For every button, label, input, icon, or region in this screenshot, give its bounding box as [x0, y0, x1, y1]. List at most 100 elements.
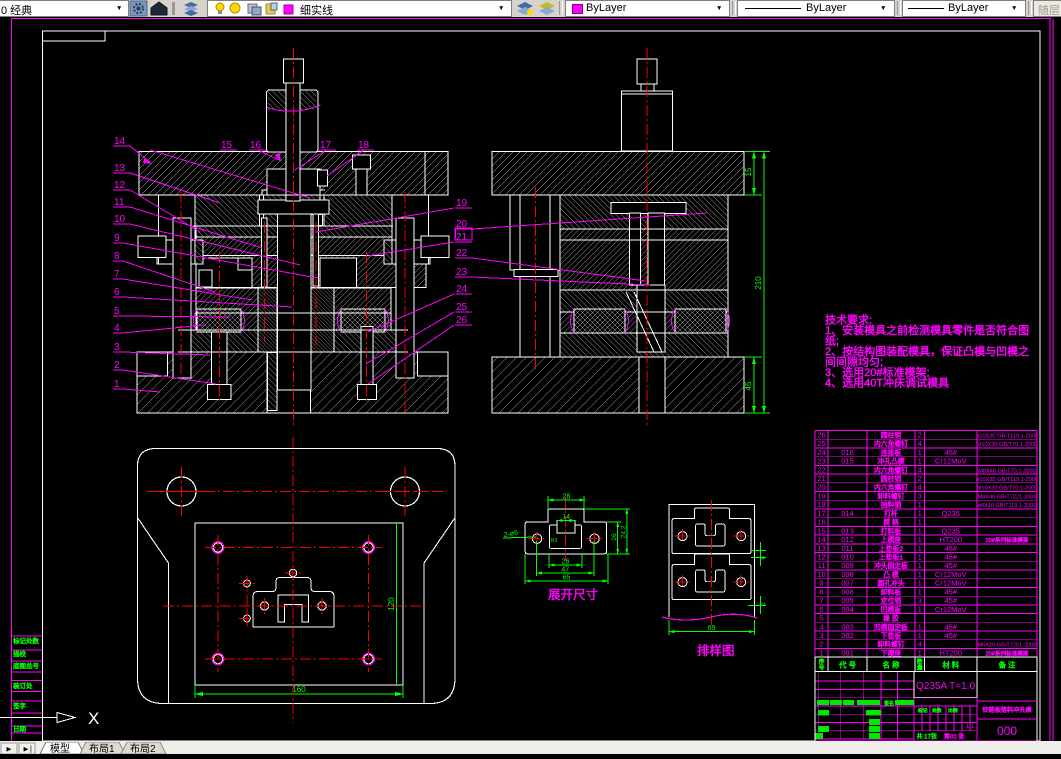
- svg-text:25: 25: [456, 302, 468, 313]
- svg-text:69: 69: [708, 625, 716, 632]
- svg-text:1: 1: [918, 457, 922, 466]
- svg-text:备 注: 备 注: [998, 660, 1016, 670]
- svg-text:19: 19: [456, 198, 468, 209]
- svg-text:代 号: 代 号: [839, 660, 856, 670]
- svg-text:连接板: 连接板: [881, 448, 902, 457]
- svg-text:1:1: 1:1: [966, 724, 975, 730]
- svg-text:23: 23: [456, 267, 468, 278]
- svg-text:19: 19: [817, 491, 825, 500]
- svg-text:序: 序: [819, 658, 825, 666]
- svg-text:1: 1: [918, 561, 922, 570]
- svg-text:13: 13: [817, 544, 825, 553]
- svg-text:打杆: 打杆: [884, 509, 898, 518]
- svg-text:冲头固定板: 冲头固定板: [874, 561, 908, 570]
- svg-text:17: 17: [320, 140, 332, 151]
- svg-text:名 称: 名 称: [882, 660, 900, 670]
- svg-text:上垫板1: 上垫板1: [879, 553, 903, 562]
- svg-text:010: 010: [841, 553, 854, 562]
- svg-text:45#: 45#: [944, 622, 957, 631]
- svg-text:1: 1: [918, 544, 922, 553]
- svg-text:11: 11: [114, 197, 125, 208]
- svg-text:ø10X35 GB/T119.1-2000: ø10X35 GB/T119.1-2000: [976, 477, 1038, 483]
- svg-text:18: 18: [358, 140, 370, 151]
- svg-text:M10X30 GB/T70.1-2000: M10X30 GB/T70.1-2000: [977, 442, 1038, 448]
- svg-text:013: 013: [841, 526, 854, 535]
- svg-text:9: 9: [114, 233, 120, 244]
- svg-text:012: 012: [841, 535, 854, 544]
- svg-text:Cr12MoV: Cr12MoV: [935, 605, 967, 614]
- svg-text:8: 8: [819, 587, 823, 596]
- svg-text:65: 65: [563, 575, 571, 582]
- svg-text:4: 4: [918, 640, 922, 649]
- svg-text:定位销: 定位销: [881, 596, 902, 605]
- svg-text:45#: 45#: [944, 561, 957, 570]
- svg-text:1: 1: [918, 631, 922, 640]
- svg-text:1: 1: [918, 553, 922, 562]
- svg-text:28: 28: [563, 494, 571, 501]
- svg-text:011: 011: [842, 544, 854, 553]
- svg-text:冲孔凸模: 冲孔凸模: [877, 457, 904, 466]
- svg-text:布局1: 布局1: [89, 743, 115, 754]
- svg-text:比例: 比例: [948, 707, 958, 714]
- svg-text:45#: 45#: [944, 448, 957, 457]
- svg-text:签名: 签名: [884, 700, 894, 707]
- svg-text:上垫板2: 上垫板2: [879, 544, 903, 553]
- svg-text:M8X40 GB/T70.1-2000: M8X40 GB/T70.1-2000: [978, 468, 1036, 474]
- svg-text:圆柱销: 圆柱销: [881, 430, 902, 439]
- svg-text:5: 5: [114, 306, 120, 317]
- svg-text:装订处: 装订处: [13, 681, 33, 690]
- svg-text:数: 数: [917, 658, 923, 666]
- svg-text:45#: 45#: [944, 544, 957, 553]
- svg-text:第01 张: 第01 张: [944, 733, 964, 741]
- svg-text:000: 000: [997, 724, 1017, 738]
- svg-text:圆孔冲头: 圆孔冲头: [877, 579, 904, 588]
- svg-text:Cr12MoV: Cr12MoV: [935, 457, 967, 466]
- svg-text:凹模板: 凹模板: [881, 605, 902, 614]
- svg-text:材 料: 材 料: [942, 660, 960, 670]
- svg-text:16: 16: [817, 518, 825, 527]
- svg-text:描校: 描校: [13, 649, 27, 658]
- svg-text:1: 1: [918, 570, 922, 579]
- svg-text:模型: 模型: [50, 742, 70, 754]
- svg-text:15: 15: [744, 167, 753, 176]
- svg-text:45: 45: [744, 381, 753, 390]
- svg-text:1: 1: [918, 518, 922, 527]
- svg-text:卸料螺钉: 卸料螺钉: [877, 491, 904, 500]
- svg-text:47: 47: [561, 567, 569, 574]
- svg-text:12: 12: [817, 553, 825, 562]
- svg-text:Cr12MoV: Cr12MoV: [935, 570, 967, 579]
- svg-text:8: 8: [114, 251, 120, 262]
- svg-text:2: 2: [819, 640, 823, 649]
- svg-text:4: 4: [918, 439, 922, 448]
- svg-text:HT200: HT200: [939, 535, 962, 544]
- svg-text:22: 22: [456, 248, 468, 259]
- svg-text:20: 20: [817, 483, 825, 492]
- svg-text:M8X40 GB/T7221-2000: M8X40 GB/T7221-2000: [977, 494, 1036, 500]
- svg-text:11: 11: [818, 561, 826, 570]
- svg-text:26: 26: [611, 533, 618, 541]
- svg-text:18: 18: [817, 500, 825, 509]
- svg-text:016: 016: [841, 448, 854, 457]
- svg-text:模 柄: 模 柄: [883, 518, 899, 527]
- svg-text:12: 12: [114, 180, 126, 191]
- svg-text:底图总号: 底图总号: [13, 661, 40, 670]
- svg-text:1: 1: [819, 648, 823, 657]
- svg-text:布局2: 布局2: [130, 743, 156, 754]
- svg-text:M10X30 GB/T70.1-2000: M10X30 GB/T70.1-2000: [977, 486, 1038, 492]
- svg-text:下模座: 下模座: [881, 648, 902, 657]
- svg-text:16: 16: [250, 140, 262, 151]
- svg-text:25: 25: [817, 439, 825, 448]
- svg-text:2: 2: [918, 474, 922, 483]
- svg-text:1: 1: [918, 500, 922, 509]
- svg-text:签字: 签字: [13, 701, 27, 710]
- svg-text:1: 1: [918, 535, 922, 544]
- svg-text:3: 3: [819, 631, 823, 640]
- svg-text:Q235: Q235: [942, 509, 960, 518]
- svg-text:20#系列标准模架: 20#系列标准模架: [986, 536, 1029, 544]
- svg-text:004: 004: [841, 605, 854, 614]
- svg-text:009: 009: [841, 561, 854, 570]
- svg-text:卸料螺钉: 卸料螺钉: [877, 640, 904, 649]
- svg-text:22: 22: [817, 465, 825, 474]
- svg-text:5: 5: [819, 614, 823, 623]
- svg-text:4: 4: [918, 465, 922, 474]
